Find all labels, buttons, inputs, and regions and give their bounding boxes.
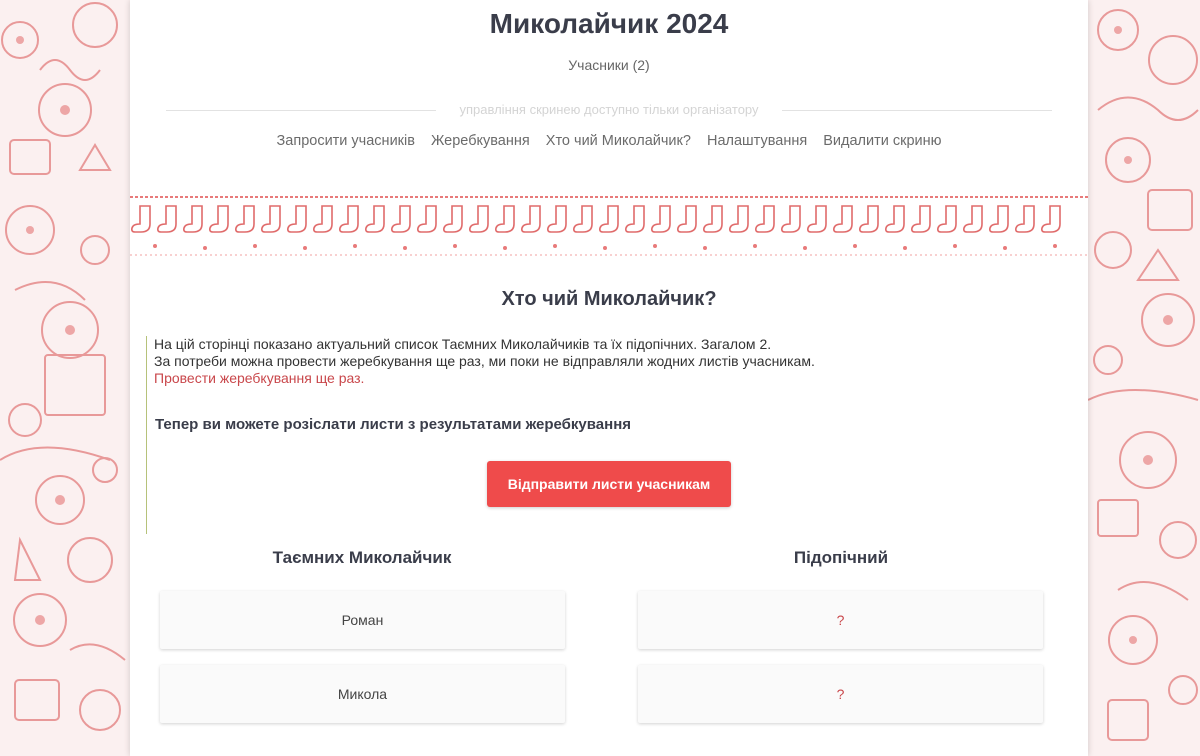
box-nav: Запросити учасників Жеребкування Хто чий… [130, 133, 1088, 149]
send-letters-button[interactable]: Відправити листи учасникам [487, 461, 731, 507]
nav-draw[interactable]: Жеребкування [431, 133, 530, 149]
ward-column-header: Підопічний [793, 548, 889, 567]
nav-invite-participants[interactable]: Запросити учасників [277, 133, 415, 149]
santa-cell: Роман [160, 591, 565, 649]
organizer-divider: управління скринею доступно тільки орган… [166, 102, 1052, 118]
ward-cell: ? [638, 591, 1043, 649]
nav-settings[interactable]: Налаштування [707, 133, 807, 149]
stocking-border-decoration [130, 196, 1088, 256]
redo-draw-link[interactable]: Провести жеребкування ще раз. [154, 370, 364, 386]
info-line-1: На цій сторінці показано актуальний спис… [154, 336, 772, 352]
section-title: Хто чий Миколайчик? [501, 288, 717, 310]
participants-count[interactable]: Учасники (2) [130, 57, 1088, 73]
info-line-2: За потреби можна провести жеребкування щ… [154, 353, 815, 369]
santa-column-header: Таємних Миколайчик [272, 548, 452, 567]
page-title: Миколайчик 2024 [489, 8, 729, 39]
send-letters-heading: Тепер ви можете розіслати листи з резуль… [155, 416, 632, 433]
main-card: Миколайчик 2024 Учасники (2) управління … [130, 0, 1088, 756]
festive-background-left [0, 2, 126, 731]
festive-background-right [1088, 9, 1199, 741]
ward-cell: ? [638, 665, 1043, 723]
nav-who-is-whose[interactable]: Хто чий Миколайчик? [546, 133, 691, 149]
nav-delete-box[interactable]: Видалити скриню [823, 133, 941, 149]
santa-cell: Микола [160, 665, 565, 723]
organizer-note: управління скринею доступно тільки орган… [459, 102, 759, 117]
